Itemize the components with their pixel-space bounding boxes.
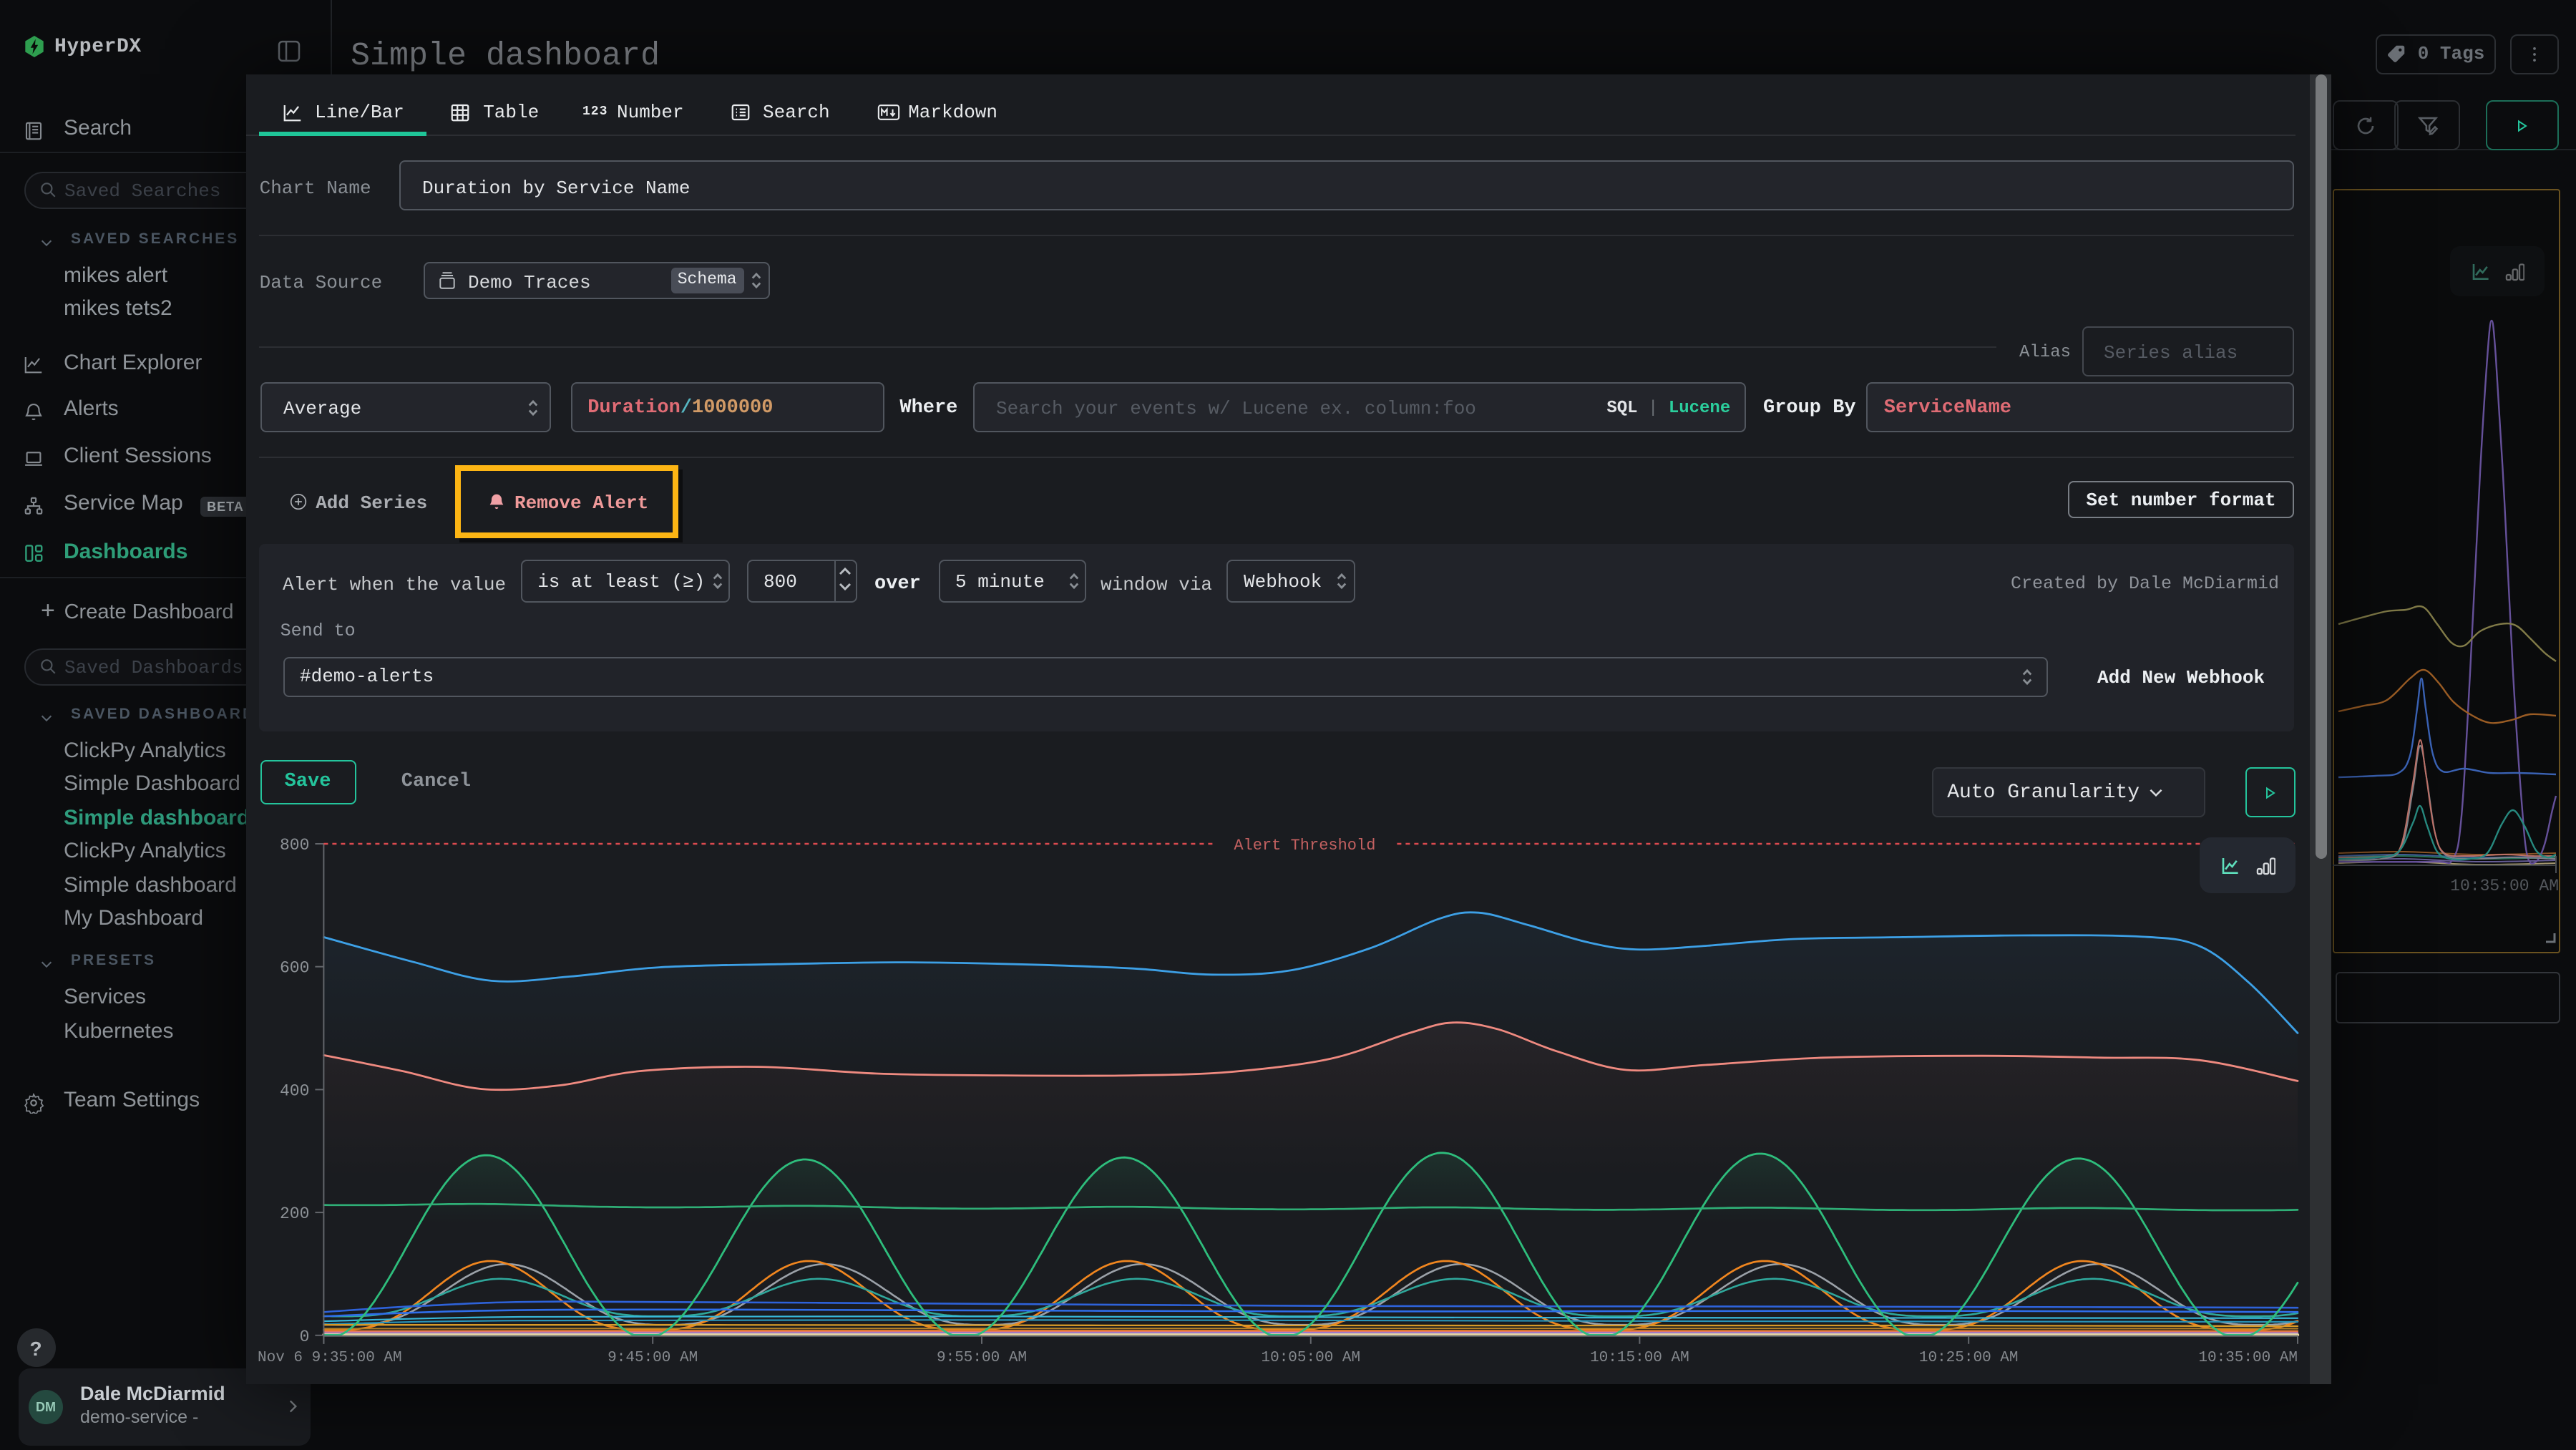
svg-text:10:15:00 AM: 10:15:00 AM — [1589, 1350, 1689, 1366]
svg-text:200: 200 — [279, 1205, 308, 1223]
svg-text:800: 800 — [279, 836, 308, 855]
svg-text:600: 600 — [279, 959, 308, 978]
svg-text:10:25:00 AM: 10:25:00 AM — [1918, 1350, 2018, 1366]
svg-text:10:35:00 AM: 10:35:00 AM — [2450, 877, 2559, 895]
svg-text:10:35:00 AM: 10:35:00 AM — [2197, 1350, 2297, 1366]
svg-text:0: 0 — [299, 1328, 309, 1346]
svg-text:Alert Threshold: Alert Threshold — [1233, 837, 1375, 855]
svg-text:400: 400 — [279, 1081, 308, 1100]
svg-text:Nov 6 9:35:00 AM: Nov 6 9:35:00 AM — [257, 1350, 401, 1366]
svg-text:9:45:00 AM: 9:45:00 AM — [607, 1350, 697, 1366]
svg-text:9:55:00 AM: 9:55:00 AM — [936, 1350, 1026, 1366]
svg-text:10:05:00 AM: 10:05:00 AM — [1260, 1350, 1360, 1366]
